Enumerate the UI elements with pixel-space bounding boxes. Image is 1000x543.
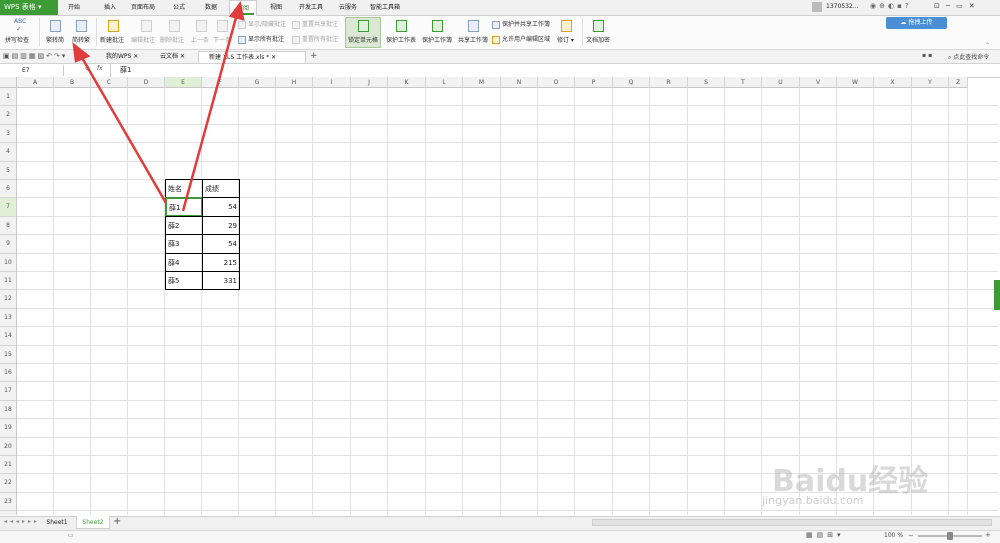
annotation-arrows [72, 1, 245, 212]
arrowhead [72, 42, 91, 63]
arrowhead [228, 1, 245, 21]
arrow-to-review-tab [181, 13, 239, 212]
arrow-to-quick-access [79, 55, 168, 204]
